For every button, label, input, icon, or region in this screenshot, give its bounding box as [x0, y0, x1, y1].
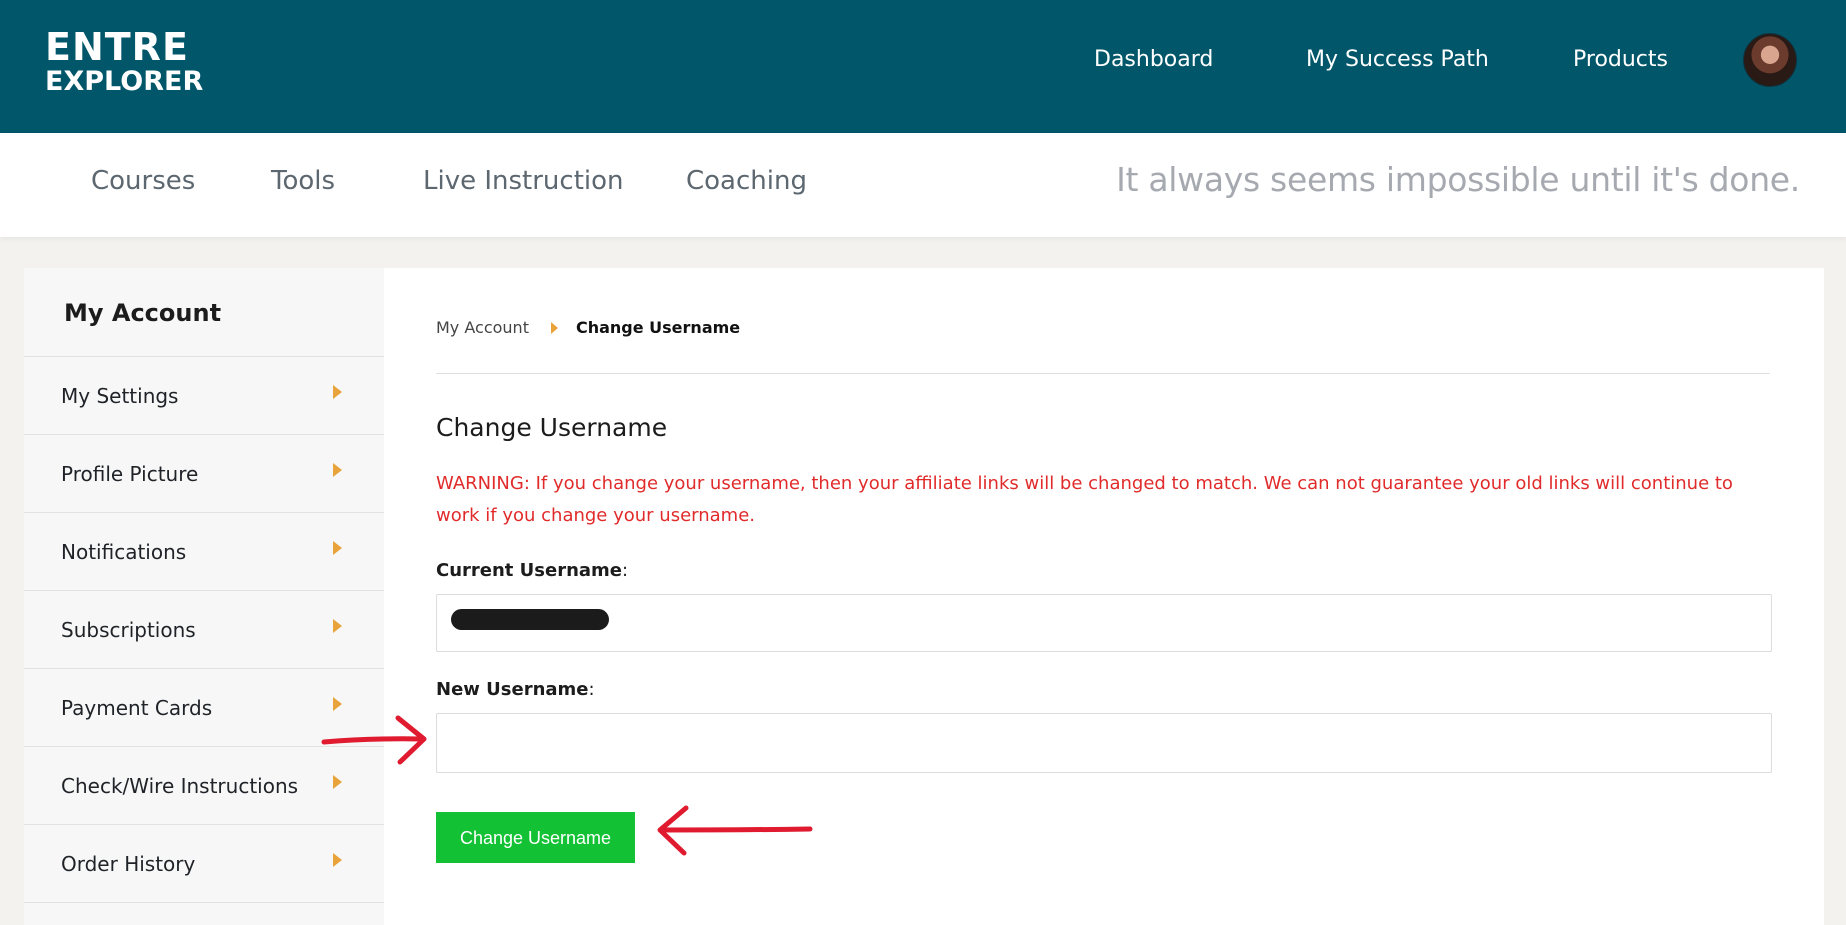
nav-my-success-path[interactable]: My Success Path: [1306, 47, 1489, 72]
annotation-arrow-left-icon: [657, 805, 813, 856]
caret-right-icon: [333, 697, 342, 711]
top-header: ENTRE EXPLORER Dashboard My Success Path…: [0, 0, 1846, 133]
label-colon: :: [588, 679, 595, 700]
caret-right-icon: [333, 385, 342, 399]
new-username-label-text: New Username: [436, 679, 589, 700]
sidebar-item-label: Payment Cards: [61, 696, 213, 720]
subnav-live-instruction[interactable]: Live Instruction: [423, 166, 624, 196]
sidebar-item-label: Subscriptions: [61, 618, 196, 642]
nav-products[interactable]: Products: [1573, 47, 1668, 72]
sidebar-item-order-history[interactable]: Order History: [24, 825, 384, 903]
sidebar-item-label: Profile Picture: [61, 462, 199, 486]
caret-right-icon: [333, 775, 342, 789]
page-title: Change Username: [436, 413, 668, 442]
sidebar-item-subscriptions[interactable]: Subscriptions: [24, 591, 384, 669]
current-username-label: Current Username:: [436, 560, 628, 581]
caret-right-icon: [333, 619, 342, 633]
sidebar-item-label: Notifications: [61, 540, 187, 564]
sidebar-item-notifications[interactable]: Notifications: [24, 513, 384, 591]
sidebar-item-label: My Settings: [61, 384, 179, 408]
label-colon: :: [622, 560, 629, 581]
subnav-coaching[interactable]: Coaching: [686, 166, 807, 196]
main-panel: My Account Change Username Change Usernam…: [384, 268, 1824, 925]
warning-text: : If you change your username, then your…: [436, 473, 1733, 526]
caret-right-icon: [333, 541, 342, 555]
breadcrumb-current: Change Username: [575, 318, 741, 337]
brand-logo[interactable]: ENTRE EXPLORER: [45, 28, 203, 95]
change-username-button[interactable]: Change Username: [436, 812, 635, 863]
sidebar-item-my-settings[interactable]: My Settings: [24, 357, 384, 435]
annotation-arrow-right-icon: [321, 715, 427, 765]
breadcrumb: My Account Change Username: [436, 318, 740, 337]
brand-line-1: ENTRE: [45, 25, 189, 69]
caret-right-icon: [333, 463, 342, 477]
sidebar-item-profile-picture[interactable]: Profile Picture: [24, 435, 384, 513]
new-username-input[interactable]: [436, 713, 1772, 773]
divider: [436, 373, 1770, 374]
sidebar-item-label: Check/Wire Instructions: [61, 774, 299, 798]
warning-message: WARNING: If you change your username, th…: [436, 468, 1766, 532]
new-username-label: New Username:: [436, 679, 595, 700]
subnav-tools[interactable]: Tools: [271, 166, 335, 196]
breadcrumb-separator-icon: [550, 322, 558, 334]
motivational-quote: It always seems impossible until it's do…: [1116, 160, 1800, 199]
breadcrumb-parent[interactable]: My Account: [436, 318, 529, 337]
account-sidebar: My Account My Settings Profile Picture N…: [24, 268, 384, 925]
sidebar-item-label: Order History: [61, 852, 196, 876]
current-username-label-text: Current Username: [436, 560, 623, 581]
caret-right-icon: [333, 853, 342, 867]
redacted-value-mask: [451, 609, 609, 630]
current-username-field: [436, 594, 1772, 652]
secondary-nav-bar: Courses Tools Live Instruction Coaching …: [0, 133, 1846, 237]
avatar[interactable]: [1743, 33, 1797, 87]
subnav-courses[interactable]: Courses: [91, 166, 195, 196]
nav-dashboard[interactable]: Dashboard: [1094, 47, 1213, 72]
brand-line-2: EXPLORER: [45, 66, 204, 97]
warning-prefix: WARNING: [436, 473, 524, 494]
sidebar-title: My Account: [24, 268, 384, 357]
